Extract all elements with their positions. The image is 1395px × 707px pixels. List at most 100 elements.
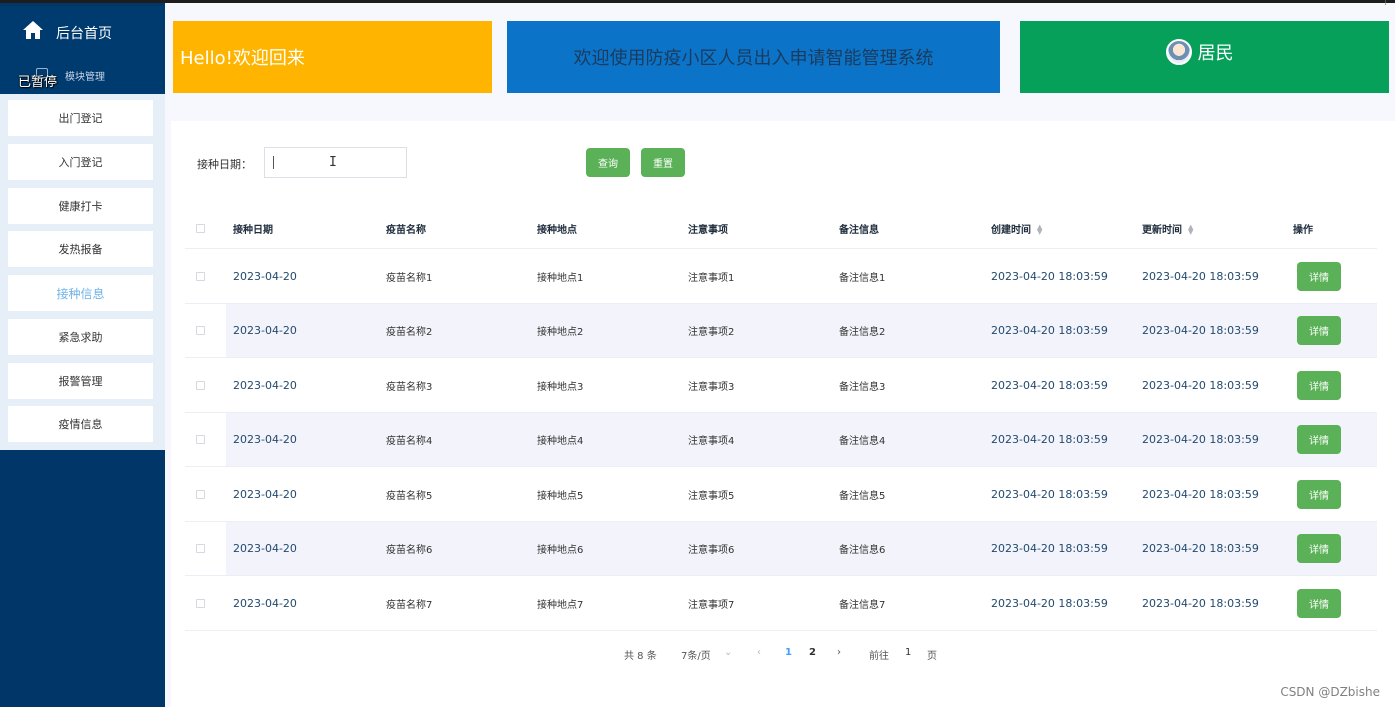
reset-button[interactable]: 重置 bbox=[641, 148, 685, 177]
detail-button[interactable]: 详情 bbox=[1297, 480, 1341, 509]
window-control-icon[interactable]: ⁞ bbox=[1384, 0, 1387, 8]
user-card[interactable]: 居民 bbox=[1020, 21, 1389, 93]
cell-remark: 备注信息3 bbox=[839, 382, 886, 393]
cell-date: 2023-04-20 bbox=[233, 324, 297, 337]
cell-date: 2023-04-20 bbox=[233, 270, 297, 283]
cell-remark: 备注信息1 bbox=[839, 273, 886, 284]
chevron-down-icon[interactable]: ⌄ bbox=[724, 647, 732, 658]
column-header-action: 操作 bbox=[1293, 225, 1313, 236]
table-row: 2023-04-20 疫苗名称7 接种地点7 注意事项7 备注信息7 2023-… bbox=[185, 577, 1377, 631]
column-header-date: 接种日期 bbox=[233, 225, 273, 236]
cell-created: 2023-04-20 18:03:59 bbox=[991, 542, 1108, 555]
pagination: 共 8 条 7条/页 ⌄ ‹ 1 2 › 前往 1 页 bbox=[171, 647, 1395, 663]
row-checkbox[interactable] bbox=[196, 435, 205, 444]
row-checkbox[interactable] bbox=[196, 490, 205, 499]
cell-remark: 备注信息5 bbox=[839, 491, 886, 502]
cell-updated: 2023-04-20 18:03:59 bbox=[1142, 542, 1259, 555]
row-checkbox[interactable] bbox=[196, 381, 205, 390]
cell-vaccine-name: 疫苗名称4 bbox=[386, 436, 433, 447]
cell-notes: 注意事项6 bbox=[688, 545, 735, 556]
system-title: 欢迎使用防疫小区人员出入申请智能管理系统 bbox=[573, 48, 934, 69]
cell-created: 2023-04-20 18:03:59 bbox=[991, 488, 1108, 501]
row-checkbox[interactable] bbox=[196, 272, 205, 281]
column-header-place: 接种地点 bbox=[537, 225, 577, 236]
cell-date: 2023-04-20 bbox=[233, 542, 297, 555]
detail-button[interactable]: 详情 bbox=[1297, 534, 1341, 563]
cell-updated: 2023-04-20 18:03:59 bbox=[1142, 597, 1259, 610]
table-row: 2023-04-20 疫苗名称5 接种地点5 注意事项5 备注信息5 2023-… bbox=[185, 468, 1377, 522]
sidebar-item-health-checkin[interactable]: 健康打卡 bbox=[8, 188, 153, 224]
column-header-created[interactable]: 创建时间 ▲ ▼ bbox=[991, 221, 1042, 237]
cell-date: 2023-04-20 bbox=[233, 379, 297, 392]
detail-button[interactable]: 详情 bbox=[1297, 262, 1341, 291]
main-panel: 接种日期： I 查询 重置 接种日期 疫苗名称 接种地点 注意事项 备注信息 创… bbox=[171, 121, 1395, 707]
cell-date: 2023-04-20 bbox=[233, 597, 297, 610]
table-row: 2023-04-20 疫苗名称1 接种地点1 注意事项1 备注信息1 2023-… bbox=[185, 250, 1377, 304]
cell-remark: 备注信息4 bbox=[839, 436, 886, 447]
module-label: 模块管理 bbox=[65, 72, 105, 83]
sort-icon[interactable]: ▲ ▼ bbox=[1037, 224, 1042, 236]
table-row: 2023-04-20 疫苗名称2 接种地点2 注意事项2 备注信息2 2023-… bbox=[185, 304, 1377, 358]
sidebar-item-exit-register[interactable]: 出门登记 bbox=[8, 100, 153, 136]
detail-button[interactable]: 详情 bbox=[1297, 316, 1341, 345]
goto-page-input[interactable]: 1 bbox=[905, 647, 911, 658]
cell-place: 接种地点1 bbox=[537, 273, 584, 284]
welcome-text: Hello!欢迎回来 bbox=[180, 48, 305, 69]
welcome-card: Hello!欢迎回来 bbox=[173, 21, 492, 93]
cell-remark: 备注信息6 bbox=[839, 545, 886, 556]
row-checkbox[interactable] bbox=[196, 544, 205, 553]
column-header-remark: 备注信息 bbox=[839, 225, 879, 236]
row-checkbox[interactable] bbox=[196, 326, 205, 335]
detail-button[interactable]: 详情 bbox=[1297, 589, 1341, 618]
cell-place: 接种地点7 bbox=[537, 600, 584, 611]
next-page-icon[interactable]: › bbox=[837, 647, 841, 658]
sidebar-item-epidemic-info[interactable]: 疫情信息 bbox=[8, 406, 153, 442]
cell-place: 接种地点5 bbox=[537, 491, 584, 502]
user-avatar bbox=[1165, 39, 1192, 65]
cell-created: 2023-04-20 18:03:59 bbox=[991, 270, 1108, 283]
cell-notes: 注意事项5 bbox=[688, 491, 735, 502]
sidebar-item-emergency-help[interactable]: 紧急求助 bbox=[8, 319, 153, 355]
cell-vaccine-name: 疫苗名称7 bbox=[386, 600, 433, 611]
detail-button[interactable]: 详情 bbox=[1297, 425, 1341, 454]
sidebar-home[interactable]: 后台首页 模块管理 已暂停 bbox=[0, 6, 165, 94]
select-all-checkbox[interactable] bbox=[196, 224, 205, 233]
cell-notes: 注意事项4 bbox=[688, 436, 735, 447]
cell-notes: 注意事项3 bbox=[688, 382, 735, 393]
cell-updated: 2023-04-20 18:03:59 bbox=[1142, 324, 1259, 337]
sort-icon[interactable]: ▲ ▼ bbox=[1188, 224, 1193, 236]
cell-notes: 注意事项1 bbox=[688, 273, 735, 284]
page-number[interactable]: 2 bbox=[809, 647, 816, 658]
query-button[interactable]: 查询 bbox=[586, 148, 630, 177]
prev-page-icon[interactable]: ‹ bbox=[757, 647, 761, 658]
cell-updated: 2023-04-20 18:03:59 bbox=[1142, 379, 1259, 392]
column-header-vaccine-name: 疫苗名称 bbox=[386, 225, 426, 236]
cell-created: 2023-04-20 18:03:59 bbox=[991, 379, 1108, 392]
goto-label: 前往 bbox=[869, 651, 889, 662]
cell-vaccine-name: 疫苗名称3 bbox=[386, 382, 433, 393]
sidebar-item-entry-register[interactable]: 入门登记 bbox=[8, 144, 153, 180]
cell-remark: 备注信息7 bbox=[839, 600, 886, 611]
paused-overlay-label: 已暂停 bbox=[18, 75, 58, 90]
cell-vaccine-name: 疫苗名称6 bbox=[386, 545, 433, 556]
table-row: 2023-04-20 疫苗名称6 接种地点6 注意事项6 备注信息6 2023-… bbox=[185, 522, 1377, 576]
row-checkbox[interactable] bbox=[196, 599, 205, 608]
cell-place: 接种地点6 bbox=[537, 545, 584, 556]
pagination-total: 共 8 条 bbox=[624, 651, 657, 662]
table-header: 接种日期 疫苗名称 接种地点 注意事项 备注信息 创建时间 ▲ ▼ 更新时间 ▲ ▼ 操… bbox=[185, 209, 1377, 249]
sidebar-item-vaccination-info[interactable]: 接种信息 bbox=[8, 275, 153, 311]
table-row: 2023-04-20 疫苗名称4 接种地点4 注意事项4 备注信息4 2023-… bbox=[185, 413, 1377, 467]
column-header-updated[interactable]: 更新时间 ▲ ▼ bbox=[1142, 221, 1193, 237]
column-header-notes: 注意事项 bbox=[688, 225, 728, 236]
cell-date: 2023-04-20 bbox=[233, 433, 297, 446]
page-number[interactable]: 1 bbox=[785, 647, 792, 658]
page-size-select[interactable]: 7条/页 bbox=[681, 647, 711, 662]
created-header-label: 创建时间 bbox=[991, 225, 1031, 236]
cell-notes: 注意事项7 bbox=[688, 600, 735, 611]
cell-vaccine-name: 疫苗名称2 bbox=[386, 327, 433, 338]
detail-button[interactable]: 详情 bbox=[1297, 371, 1341, 400]
user-role: 居民 bbox=[1197, 43, 1234, 64]
sidebar-item-fever-report[interactable]: 发热报备 bbox=[8, 231, 153, 267]
cell-remark: 备注信息2 bbox=[839, 327, 886, 338]
sidebar-item-alarm-management[interactable]: 报警管理 bbox=[8, 363, 153, 399]
